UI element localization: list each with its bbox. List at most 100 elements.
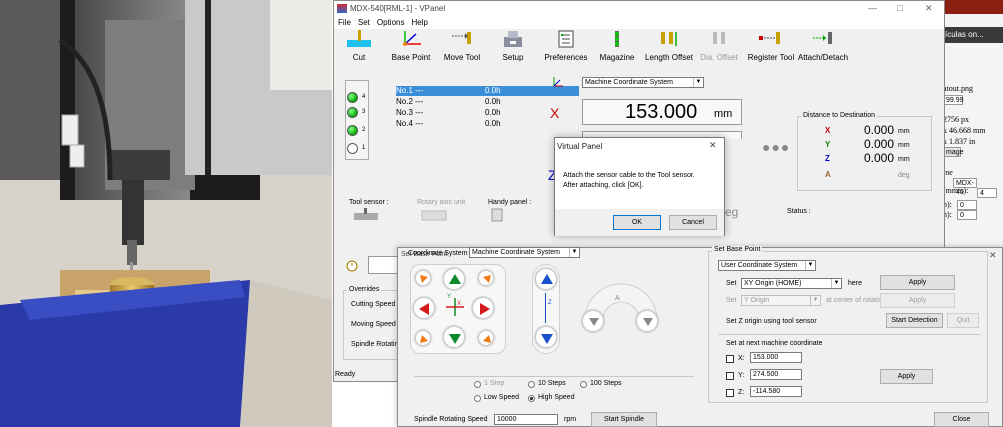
y-coordinate-input[interactable]: 274.500 <box>750 369 802 380</box>
ok-button[interactable]: OK <box>613 215 661 230</box>
minimize-icon[interactable]: — <box>868 3 877 13</box>
step-10-radio[interactable] <box>528 381 535 388</box>
z-axis-line <box>545 293 546 323</box>
close-icon[interactable]: ✕ <box>925 3 933 14</box>
tool-time: 0.0h <box>485 97 501 106</box>
jog-z-down-button[interactable] <box>535 326 557 348</box>
spindle-speed-input[interactable]: 10000 <box>494 414 558 425</box>
tool-row[interactable]: No.3 --- <box>396 108 486 118</box>
xy-origin-select[interactable]: XY Origin (HOME) ▼ <box>741 278 842 289</box>
maximize-icon[interactable]: □ <box>897 3 902 13</box>
jog-up-right-button[interactable] <box>478 270 494 286</box>
handy-panel-label: Handy panel : <box>488 199 532 206</box>
jog-up-left-button[interactable] <box>415 270 431 286</box>
field1-input[interactable]: 0 <box>957 200 977 210</box>
more-dots-icon: ●●● <box>762 139 791 155</box>
sbp-coord-value: Machine Coordinate System <box>472 249 560 256</box>
move-tool-label: Move Tool <box>443 53 481 62</box>
spindle-speed-label: Spindle Rotating Speed <box>414 416 488 423</box>
chevron-down-icon: ▼ <box>693 78 703 87</box>
sbp-close-icon[interactable]: ✕ <box>989 250 997 261</box>
jog-down-right-button[interactable] <box>478 330 494 346</box>
step-100-radio[interactable] <box>580 381 587 388</box>
virtual-panel-close-icon[interactable]: ✕ <box>709 140 717 151</box>
magazine-label: Magazine <box>599 53 635 62</box>
sbp-coord-select[interactable]: Machine Coordinate System ▼ <box>469 247 580 258</box>
move-tool-icon <box>452 32 471 44</box>
cut-icon <box>347 30 371 47</box>
x-coordinate-input[interactable]: 153.000 <box>750 352 802 363</box>
spindle-unit: rpm <box>564 416 577 423</box>
jog-left-button[interactable] <box>413 297 435 319</box>
menu-help[interactable]: Help <box>407 17 430 27</box>
dist-unit-a: deg <box>898 172 910 179</box>
cancel-button[interactable]: Cancel <box>669 215 717 230</box>
xy-origin-icon <box>446 298 464 316</box>
menu-options[interactable]: Options <box>373 17 408 27</box>
z-checkbox[interactable] <box>726 389 734 397</box>
jog-a-ccw-button[interactable] <box>582 310 604 332</box>
jog-down-button[interactable] <box>443 326 465 348</box>
register-tool-button[interactable]: Register Tool <box>742 30 800 66</box>
preferences-button[interactable]: Preferences <box>537 30 595 66</box>
jog-up-button[interactable] <box>443 268 465 290</box>
lamp-number: 1 <box>362 145 366 151</box>
speed-input[interactable]: 4 <box>977 188 997 198</box>
coordinate-system-select[interactable]: Machine Coordinate System ▼ <box>582 77 704 88</box>
mm-size-text: x 46.668 mm <box>943 126 986 135</box>
magazine-button[interactable]: Magazine <box>588 30 646 66</box>
menu-file[interactable]: File <box>334 17 354 27</box>
start-detection-button[interactable]: Start Detection <box>886 313 943 328</box>
timer-box <box>368 256 398 274</box>
browser-tab[interactable]: ículas on... <box>943 27 1003 43</box>
jog-x-label: X <box>457 301 462 307</box>
quit-button[interactable]: Quit <box>947 313 979 328</box>
setup-icon <box>504 31 522 47</box>
move-tool-button[interactable]: Move Tool <box>433 30 491 66</box>
machine-photo <box>0 0 332 427</box>
jog-down-left-button[interactable] <box>415 330 431 346</box>
apply-y-button[interactable]: Apply <box>880 293 955 308</box>
dia-offset-button[interactable]: Dia. Offset <box>690 30 748 66</box>
apply-coordinate-button[interactable]: Apply <box>880 369 933 384</box>
step-1-label: 1 Step <box>484 380 505 387</box>
here-label: here <box>848 280 863 287</box>
user-coord-select[interactable]: User Coordinate System ▼ <box>718 260 816 271</box>
dist-axis-z: Z <box>825 154 830 163</box>
image-button[interactable]: mage <box>943 147 964 157</box>
low-speed-radio[interactable] <box>474 395 481 402</box>
z-coordinate-input[interactable]: -114.580 <box>750 386 802 397</box>
menu-set[interactable]: Set <box>354 17 373 27</box>
jog-right-button[interactable] <box>472 297 494 319</box>
tool-row[interactable]: No.4 --- <box>396 119 486 129</box>
cut-button[interactable]: Cut <box>330 30 388 66</box>
high-speed-radio[interactable] <box>528 395 535 402</box>
field2-input[interactable]: 0 <box>957 210 977 220</box>
base-point-label: Base Point <box>391 53 431 62</box>
x-field-label: X: <box>738 355 745 362</box>
tool-row[interactable]: No.2 --- <box>396 97 486 107</box>
moving-speed-label: Moving Speed <box>351 321 396 328</box>
start-spindle-button[interactable]: Start Spindle <box>591 412 657 427</box>
machine-photo-art <box>0 0 332 427</box>
apply-xy-button[interactable]: Apply <box>880 275 955 290</box>
jog-z-up-button[interactable] <box>535 268 557 290</box>
y-checkbox[interactable] <box>726 372 734 380</box>
attach-detach-button[interactable]: Attach/Detach <box>794 30 852 66</box>
arrow-diagonal-icon <box>483 275 491 283</box>
step-1-radio[interactable] <box>474 381 481 388</box>
base-point-button[interactable]: Base Point <box>382 30 440 66</box>
x-coordinate-value: 153.000 <box>625 101 698 123</box>
y-origin-select[interactable]: Y Origin ▼ <box>741 295 821 306</box>
jog-a-cw-button[interactable] <box>636 310 658 332</box>
tool-row[interactable]: No.1 --- <box>396 86 486 96</box>
lamp-number: 2 <box>362 127 366 133</box>
setup-button[interactable]: Setup <box>484 30 542 66</box>
base-point-icon <box>403 31 421 46</box>
dist-axis-a: A <box>825 170 831 179</box>
close-button[interactable]: Close <box>934 412 989 427</box>
jog-a-label: A <box>615 295 620 302</box>
dia-offset-label: Dia. Offset <box>700 53 738 62</box>
register-tool-label: Register Tool <box>747 53 795 62</box>
x-checkbox[interactable] <box>726 355 734 363</box>
